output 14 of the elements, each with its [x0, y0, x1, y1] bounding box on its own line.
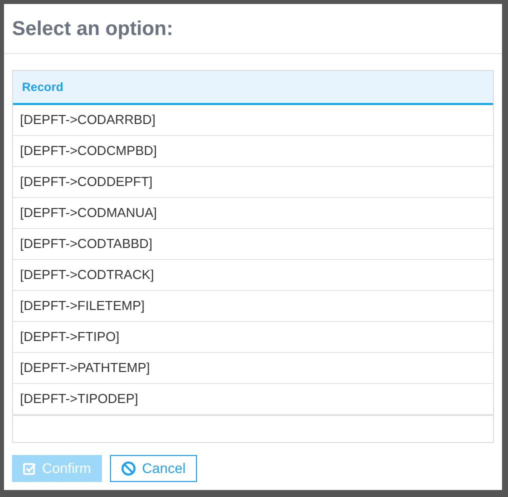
table-row[interactable]: [DEPFT->TIPODEP]: [13, 384, 493, 415]
table-row[interactable]: [DEPFT->FTIPO]: [13, 322, 493, 353]
checkbox-icon: [23, 462, 36, 475]
table-row[interactable]: [DEPFT->CODMANUA]: [13, 198, 493, 229]
table-row[interactable]: [DEPFT->CODTRACK]: [13, 260, 493, 291]
table-row[interactable]: [DEPFT->CODDEPFT]: [13, 167, 493, 198]
table-row[interactable]: [DEPFT->CODTABBD]: [13, 229, 493, 260]
table-row[interactable]: [DEPFT->CODCMPBD]: [13, 136, 493, 167]
table-row[interactable]: [DEPFT->CODARRBD]: [13, 105, 493, 136]
table-row[interactable]: [DEPFT->FILETEMP]: [13, 291, 493, 322]
dialog-title: Select an option:: [12, 16, 174, 42]
prohibited-icon: [121, 461, 136, 476]
column-header: Record: [22, 79, 64, 96]
table-row[interactable]: [DEPFT->PATHTEMP]: [13, 353, 493, 384]
